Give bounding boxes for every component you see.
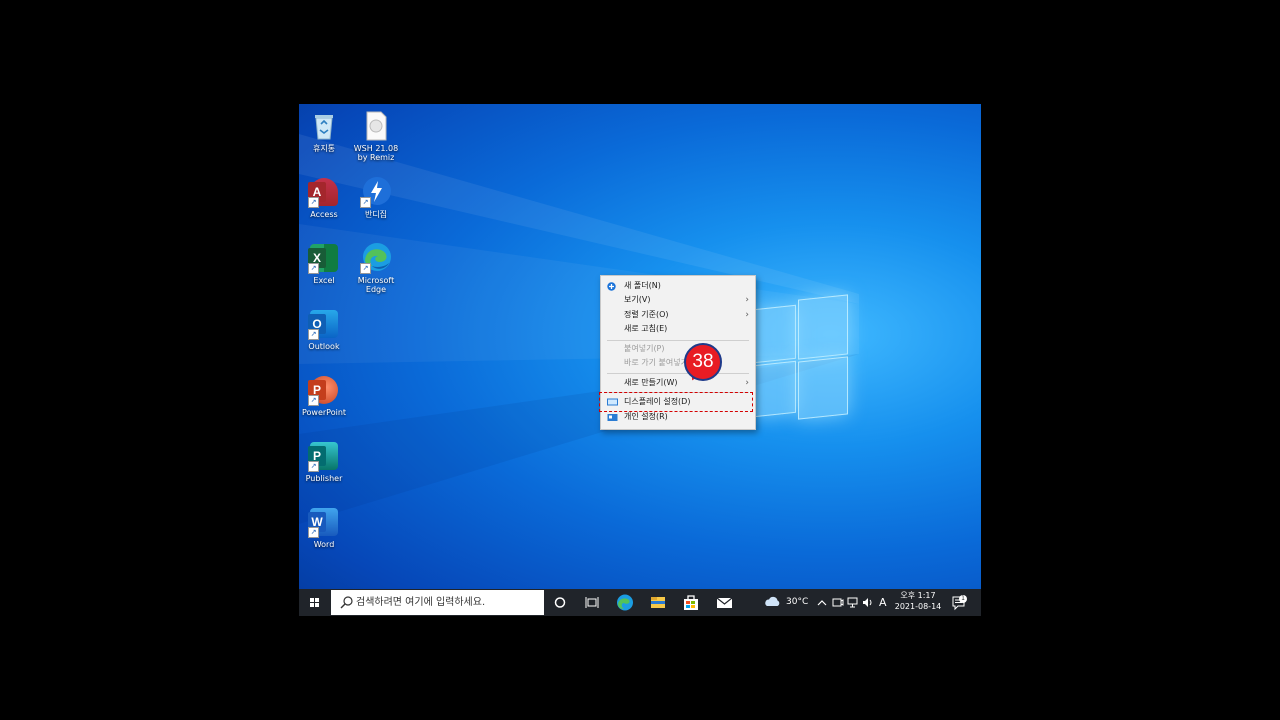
- desktop-icon-label: Word: [313, 540, 335, 549]
- cortana-circle-icon: [554, 597, 566, 608]
- taskbar: 검색하려면 여기에 입력하세요. 30°C A 오후 1:17 2021-08-…: [299, 589, 981, 616]
- file-icon: [360, 110, 392, 142]
- task-view-button[interactable]: [576, 589, 608, 616]
- taskbar-mail[interactable]: [708, 589, 740, 616]
- search-box[interactable]: 검색하려면 여기에 입력하세요.: [331, 590, 544, 615]
- menu-separator: [607, 340, 749, 341]
- desktop-icon-label: WSH 21.08 by Remiz: [353, 144, 399, 162]
- windows-start-icon: [310, 598, 319, 607]
- folder-icon: [651, 597, 665, 608]
- shortcut-arrow-icon: ↗: [308, 329, 319, 340]
- shortcut-arrow-icon: ↗: [308, 461, 319, 472]
- excel-icon: X ↗: [308, 242, 340, 274]
- menu-item-label: 붙여넣기(P): [624, 344, 665, 353]
- shortcut-arrow-icon: ↗: [308, 527, 319, 538]
- menu-item-personalize[interactable]: 개인 설정(R): [601, 410, 755, 424]
- desktop-icon-powerpoint[interactable]: P ↗ PowerPoint: [299, 374, 351, 417]
- publisher-icon: P ↗: [308, 440, 340, 472]
- action-center-button[interactable]: 1: [951, 589, 967, 616]
- menu-item-paste[interactable]: 붙여넣기(P): [601, 342, 755, 356]
- desktop-icon-recycle-bin[interactable]: 휴지통: [299, 110, 351, 153]
- desktop-icon-publisher[interactable]: P ↗ Publisher: [299, 440, 351, 483]
- taskbar-file-explorer[interactable]: [642, 589, 674, 616]
- chevron-right-icon: ›: [745, 310, 749, 320]
- menu-item-label: 개인 설정(R): [624, 412, 668, 421]
- desktop-icon-label: Excel: [313, 276, 335, 285]
- desktop-icon-wsh[interactable]: WSH 21.08 by Remiz: [349, 110, 403, 162]
- desktop-icon-label: Access: [310, 210, 338, 219]
- bandizip-icon: ↗: [360, 176, 392, 208]
- taskbar-edge[interactable]: [609, 589, 641, 616]
- chevron-right-icon: ›: [745, 295, 749, 305]
- shortcut-arrow-icon: ↗: [308, 395, 319, 406]
- desktop-icon-access[interactable]: A ↗ Access: [299, 176, 351, 219]
- tray-overflow-chevron[interactable]: [817, 589, 827, 616]
- cortana-button[interactable]: [544, 589, 576, 616]
- shortcut-arrow-icon: ↗: [308, 197, 319, 208]
- weather-temperature: 30°C: [786, 597, 809, 607]
- new-folder-icon: [607, 282, 616, 291]
- menu-item-new[interactable]: 새로 만들기(W) ›: [601, 376, 755, 390]
- task-view-icon: [585, 597, 599, 608]
- tray-network[interactable]: [847, 589, 859, 616]
- speaker-icon: [863, 598, 872, 607]
- windows-logo-wallpaper: [754, 294, 848, 423]
- menu-item-label: 새 폴더(N): [624, 281, 661, 290]
- outlook-icon: O ↗: [308, 308, 340, 340]
- word-icon: W ↗: [308, 506, 340, 538]
- highlight-box: [599, 392, 753, 412]
- chevron-right-icon: ›: [745, 378, 749, 388]
- shortcut-arrow-icon: ↗: [308, 263, 319, 274]
- desktop-icon-label: 반디집: [364, 210, 388, 219]
- menu-item-label: 새로 만들기(W): [624, 378, 678, 387]
- desktop-icon-edge[interactable]: ↗ Microsoft Edge: [349, 242, 403, 294]
- step-badge: 38: [684, 343, 722, 381]
- menu-separator: [607, 373, 749, 374]
- clock-date: 2021-08-14: [894, 602, 942, 611]
- mail-icon: [716, 597, 733, 608]
- meet-now-icon: [832, 598, 844, 607]
- network-icon: [847, 597, 858, 608]
- personalize-icon: [607, 413, 618, 421]
- recycle-bin-icon: [308, 110, 340, 142]
- menu-item-sort-by[interactable]: 정렬 기준(O) ›: [601, 308, 755, 322]
- desktop[interactable]: 휴지통 WSH 21.08 by Remiz A ↗ Access ↗ 반디집 …: [299, 104, 981, 616]
- desktop-icon-bandizip[interactable]: ↗ 반디집: [349, 176, 403, 219]
- search-icon: [340, 596, 353, 609]
- tray-meet-now[interactable]: [832, 589, 844, 616]
- menu-item-label: 정렬 기준(O): [624, 310, 669, 319]
- menu-item-refresh[interactable]: 새로 고침(E): [601, 322, 755, 336]
- tray-input-method[interactable]: A: [879, 589, 887, 616]
- store-icon: [684, 595, 698, 610]
- desktop-icon-excel[interactable]: X ↗ Excel: [299, 242, 351, 285]
- powerpoint-icon: P ↗: [308, 374, 340, 406]
- search-placeholder: 검색하려면 여기에 입력하세요.: [356, 597, 486, 608]
- access-icon: A ↗: [308, 176, 340, 208]
- clock-time: 오후 1:17: [900, 591, 936, 600]
- edge-icon: ↗: [360, 242, 392, 274]
- desktop-icon-label: Microsoft Edge: [357, 276, 395, 294]
- menu-item-label: 보기(V): [624, 295, 651, 304]
- menu-item-label: 새로 고침(E): [624, 324, 668, 333]
- chevron-up-icon: [817, 600, 827, 606]
- desktop-icon-word[interactable]: W ↗ Word: [299, 506, 351, 549]
- desktop-icon-label: Outlook: [308, 342, 340, 351]
- shortcut-arrow-icon: ↗: [360, 263, 371, 274]
- tray-clock[interactable]: 오후 1:17 2021-08-14: [893, 590, 943, 612]
- desktop-icon-label: 휴지통: [312, 144, 336, 153]
- menu-item-new-folder[interactable]: 새 폴더(N): [601, 279, 755, 293]
- edge-icon: [617, 594, 633, 611]
- desktop-icon-label: Publisher: [305, 474, 343, 483]
- desktop-icon-outlook[interactable]: O ↗ Outlook: [299, 308, 351, 351]
- start-button[interactable]: [299, 589, 330, 616]
- menu-item-paste-shortcut[interactable]: 바로 가기 붙여넣기(S): [601, 356, 755, 370]
- notification-count: 1: [959, 595, 967, 603]
- menu-item-view[interactable]: 보기(V) ›: [601, 293, 755, 307]
- desktop-icon-label: PowerPoint: [301, 408, 347, 417]
- shortcut-arrow-icon: ↗: [360, 197, 371, 208]
- cloud-icon: [765, 596, 780, 606]
- taskbar-store[interactable]: [675, 589, 707, 616]
- tray-volume[interactable]: [862, 589, 874, 616]
